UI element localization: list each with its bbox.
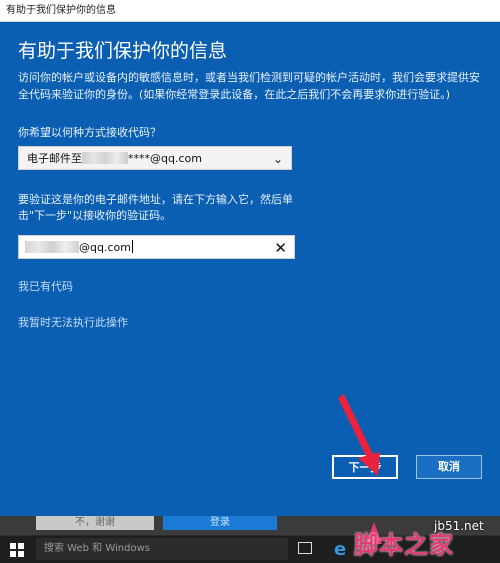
verify-instruction: 要验证这是你的电子邮件地址，请在下方输入它，然后单击"下一步"以接收你的验证码。 [18, 193, 293, 222]
dialog-heading: 有助于我们保护你的信息 [18, 40, 228, 62]
email-field-value: @qq.com [79, 241, 131, 254]
next-button[interactable]: 下一步 [332, 455, 398, 479]
cannot-do-now-link[interactable]: 我暂时无法执行此操作 [18, 314, 128, 330]
method-question: 你希望以何种方式接收代码？ [18, 126, 161, 139]
window-title-bar: 有助于我们保护你的信息 [0, 0, 500, 22]
code-method-select[interactable]: 电子邮件至 ****@qq.com ⌄ [18, 146, 292, 170]
window-title: 有助于我们保护你的信息 [6, 5, 116, 16]
have-code-link[interactable]: 我已有代码 [18, 278, 73, 294]
watermark-site: jb51.net [434, 519, 484, 533]
background-login-button: 登录 [163, 516, 277, 530]
select-prefix: 电子邮件至 [27, 152, 82, 165]
taskbar-search-input[interactable]: 搜索 Web 和 Windows [36, 538, 288, 560]
close-icon[interactable]: ✕ [274, 236, 287, 260]
edge-browser-icon[interactable]: e [334, 539, 346, 560]
redacted-email-part [82, 152, 128, 164]
task-view-icon[interactable] [298, 542, 312, 554]
cancel-button[interactable]: 取消 [416, 455, 482, 479]
redacted-email-part [25, 241, 79, 253]
email-field[interactable]: @qq.com ✕ [18, 235, 295, 259]
windows-start-icon[interactable] [10, 543, 24, 557]
select-suffix: ****@qq.com [128, 152, 202, 165]
text-caret [131, 240, 133, 253]
background-decline-button: 不，谢谢 [36, 516, 154, 530]
dialog-description: 访问你的帐户或设备内的敏感信息时，或者当我们检测到可疑的帐户活动时，我们会要求提… [18, 71, 480, 101]
chevron-down-icon: ⌄ [272, 152, 283, 166]
security-dialog: 有助于我们保护你的信息 访问你的帐户或设备内的敏感信息时，或者当我们检测到可疑的… [0, 22, 500, 516]
